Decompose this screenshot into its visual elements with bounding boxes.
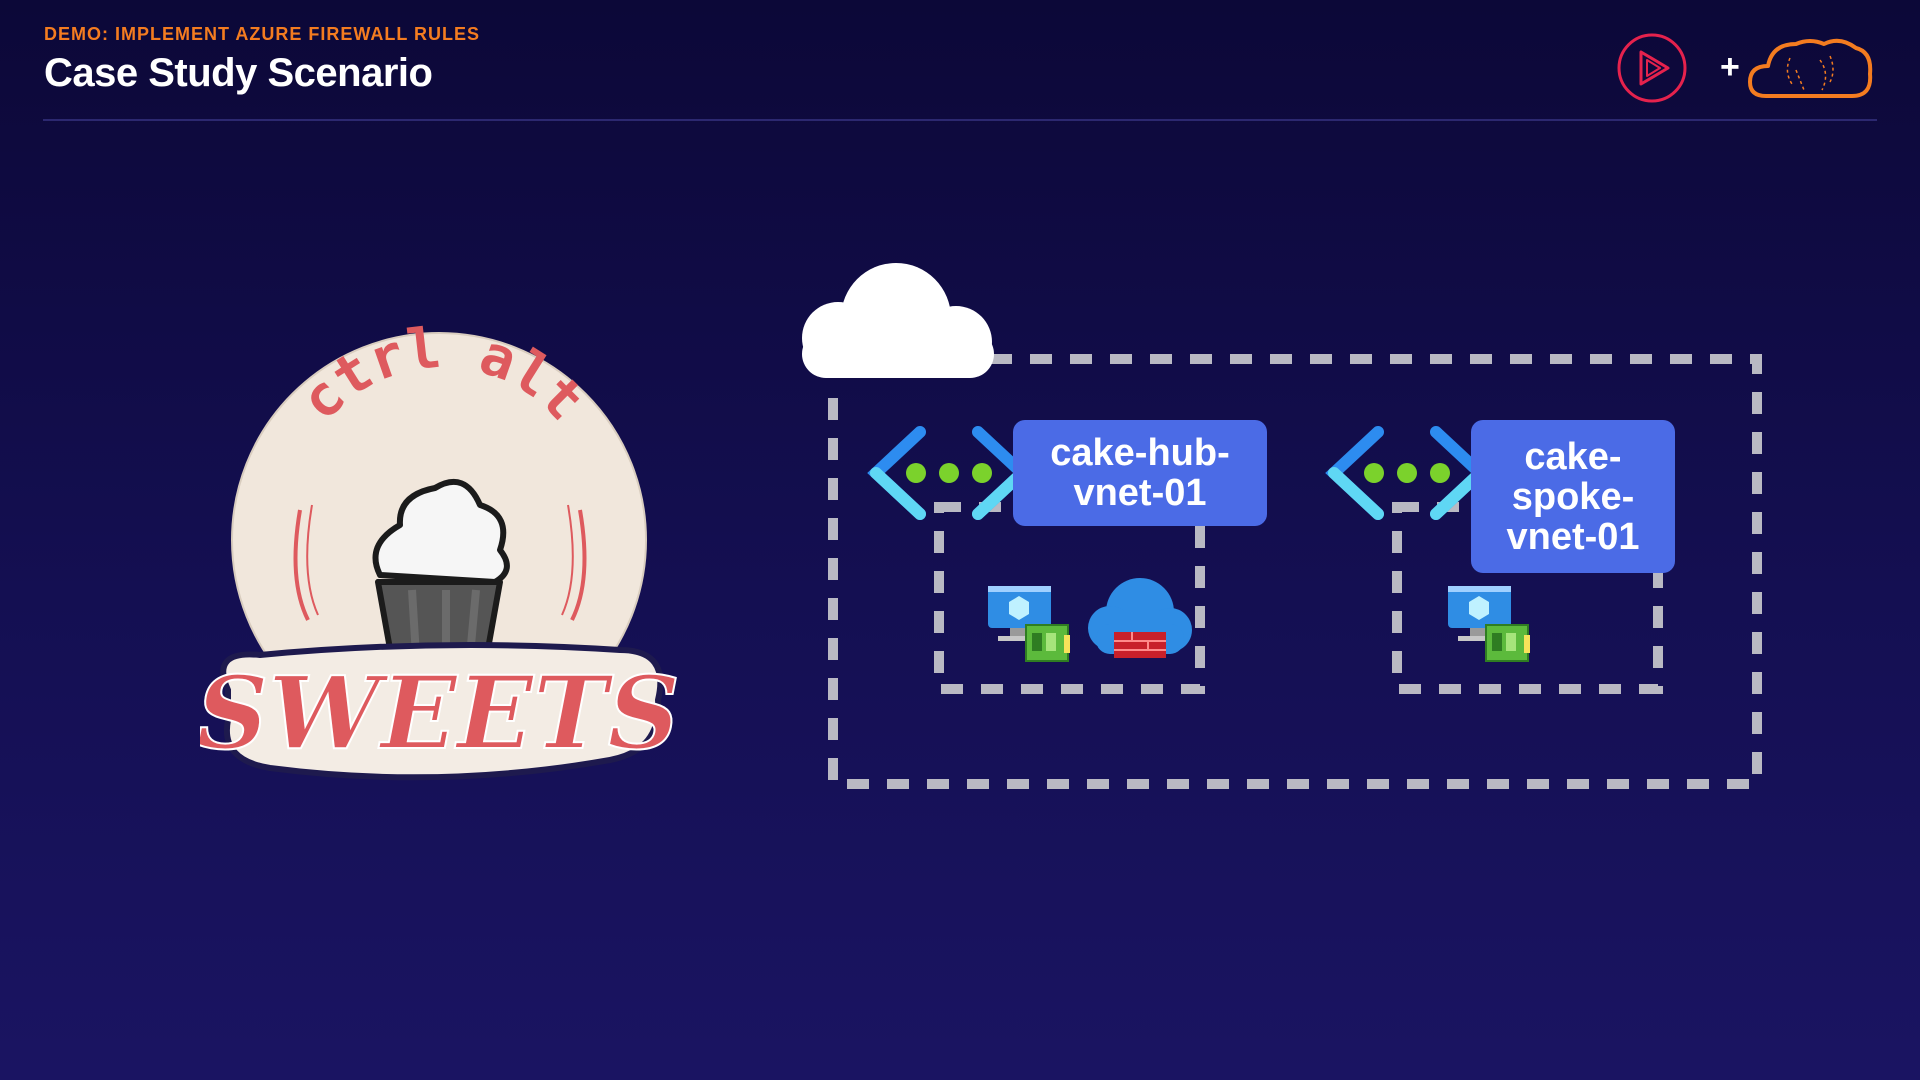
hub-virtual-machine-icon — [988, 586, 1070, 662]
hub-vnet-label: cake-hub- vnet-01 — [1013, 420, 1267, 526]
cloud-icon — [802, 263, 994, 378]
spoke-vnet-icon — [1325, 426, 1489, 520]
spoke-virtual-machine-icon — [1448, 586, 1530, 662]
spoke-vnet-label: cake- spoke- vnet-01 — [1471, 420, 1675, 573]
hub-vnet-icon — [867, 426, 1031, 520]
firewall-icon — [1088, 578, 1192, 658]
